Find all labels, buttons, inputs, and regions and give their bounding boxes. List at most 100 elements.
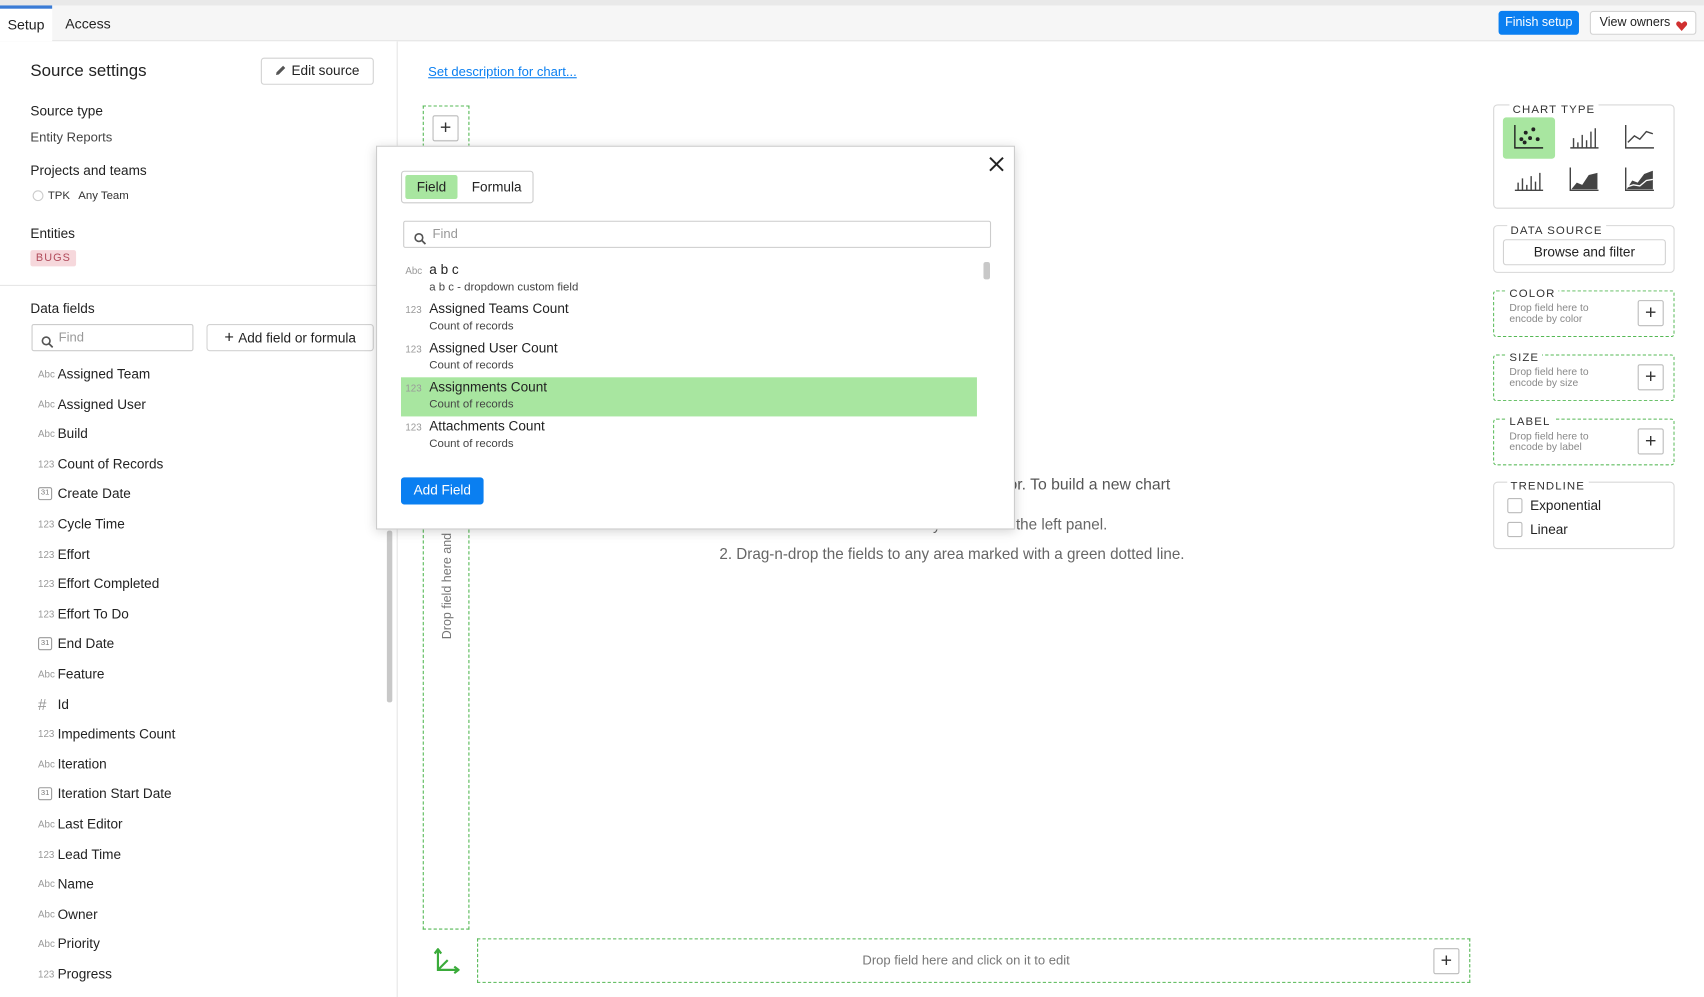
field-item[interactable]: 123 Cycle Time — [38, 513, 125, 535]
data-fields-label: Data fields — [30, 301, 95, 317]
stacked-area-chart-icon[interactable] — [1614, 160, 1666, 201]
field-name: Priority — [57, 936, 100, 952]
entity-badge: BUGS — [30, 250, 77, 267]
bar-chart-icon[interactable] — [1558, 117, 1610, 158]
exponential-checkbox[interactable] — [1507, 497, 1523, 514]
tab-setup[interactable]: Setup — [0, 5, 53, 42]
field-item[interactable]: 123 Effort Completed — [38, 573, 159, 595]
data-source-label: DATA SOURCE — [1507, 223, 1606, 238]
line-chart-icon[interactable] — [1614, 117, 1666, 158]
field-name: Last Editor — [57, 816, 123, 832]
add-field-dialog: Field Formula Find Abc a b c a b c - dropd… — [375, 145, 1016, 530]
number-type-icon: 123 — [38, 578, 55, 590]
field-item[interactable]: 123 Lead Time — [38, 843, 121, 865]
edit-source-button[interactable]: Edit source — [260, 57, 374, 85]
text-type-icon: Abc — [38, 878, 55, 890]
fields-search-input[interactable]: Find — [31, 324, 194, 352]
trendline-label: TRENDLINE — [1507, 479, 1589, 493]
field-name: End Date — [57, 636, 115, 652]
number-type-icon: 123 — [38, 518, 55, 530]
size-hint: Drop field here to encode by size — [1509, 366, 1589, 390]
field-item[interactable]: 123 Effort — [38, 543, 90, 565]
field-formula-toggle: Field Formula — [400, 170, 534, 204]
field-name: Progress — [57, 966, 112, 982]
field-item[interactable]: 31 Iteration Start Date — [38, 783, 172, 805]
modal-list-scrollbar[interactable] — [983, 262, 990, 280]
color-dropzone[interactable]: COLOR Drop field here to encode by color… — [1493, 287, 1675, 338]
field-type-icon: 123 — [405, 382, 422, 394]
field-name: Impediments Count — [57, 726, 176, 742]
add-field-button[interactable]: Add Field — [400, 477, 484, 505]
tab-formula[interactable]: Formula — [463, 175, 530, 199]
view-owners-button[interactable]: View owners — [1589, 10, 1697, 35]
add-field-or-formula-button[interactable]: + Add field or formula — [206, 324, 374, 352]
field-item[interactable]: 31 Create Date — [38, 483, 131, 505]
field-item[interactable]: 123 Effort To Do — [38, 603, 129, 625]
text-type-icon: Abc — [38, 428, 55, 440]
modal-list-item[interactable]: Abc a b c a b c - dropdown custom field — [401, 260, 977, 299]
field-name: Effort Completed — [57, 576, 160, 592]
field-item[interactable]: Abc Feature — [38, 663, 104, 685]
field-item[interactable]: Abc Build — [38, 423, 88, 445]
field-item[interactable]: Abc Last Editor — [38, 813, 123, 835]
search-icon — [41, 332, 54, 357]
modal-field-list: Abc a b c a b c - dropdown custom field 123… — [377, 260, 1016, 462]
source-type-label: Source type — [30, 103, 103, 119]
field-item[interactable]: 123 Impediments Count — [38, 723, 175, 745]
field-item[interactable]: # Id — [38, 693, 69, 715]
area-chart-icon[interactable] — [1558, 160, 1610, 201]
modal-list-item[interactable]: 123 Assignments Count Count of records — [400, 377, 977, 417]
team-value: Any Team — [78, 189, 129, 203]
finish-setup-button[interactable]: Finish setup — [1498, 10, 1579, 35]
heart-icon — [1676, 17, 1688, 39]
x-axis-drop-hint: Drop field here and click on it to edit — [862, 952, 1070, 968]
field-name: Assigned User — [57, 396, 146, 412]
item-subtitle: Count of records — [429, 319, 514, 333]
field-item[interactable]: Abc Owner — [38, 903, 98, 925]
scatter-chart-icon[interactable] — [1502, 117, 1556, 159]
set-description-link[interactable]: Set description for chart... — [428, 64, 577, 79]
field-item[interactable]: 123 Count of Records — [38, 453, 163, 475]
number-type-icon: 123 — [38, 458, 55, 470]
size-add-button[interactable]: + — [1637, 364, 1664, 391]
modal-search-input[interactable]: Find — [403, 220, 992, 248]
field-item[interactable]: Abc Priority — [38, 933, 100, 955]
label-add-button[interactable]: + — [1637, 428, 1664, 455]
trendline-card: TRENDLINE Exponential Linear — [1493, 479, 1675, 550]
field-type-icon: Abc — [405, 265, 423, 277]
field-item[interactable]: 31 End Date — [38, 633, 114, 655]
x-axis-add-button[interactable]: + — [1433, 948, 1460, 975]
label-dropzone[interactable]: LABEL Drop field here to encode by label… — [1493, 415, 1675, 466]
field-name: Lead Time — [57, 846, 122, 862]
field-item[interactable]: Abc Assigned User — [38, 393, 146, 415]
field-item[interactable]: Abc Assigned Team — [38, 363, 150, 385]
field-name: Iteration — [57, 756, 107, 772]
swap-axes-icon[interactable] — [433, 947, 461, 977]
number-type-icon: 123 — [38, 968, 55, 980]
modal-search-placeholder: Find — [432, 226, 458, 242]
modal-list-item[interactable]: 123 Assigned Teams Count Count of records — [401, 299, 977, 338]
modal-list-item[interactable]: 123 Assigned User Count Count of records — [401, 338, 977, 377]
item-subtitle: a b c - dropdown custom field — [429, 280, 579, 294]
linear-checkbox[interactable] — [1507, 521, 1523, 538]
tab-field[interactable]: Field — [405, 175, 458, 199]
close-icon[interactable] — [988, 155, 1005, 176]
tab-access[interactable]: Access — [58, 5, 119, 41]
field-item[interactable]: Abc Iteration — [38, 753, 107, 775]
color-add-button[interactable]: + — [1637, 300, 1664, 327]
bar-small-chart-icon[interactable] — [1503, 160, 1555, 201]
field-name: Iteration Start Date — [57, 786, 172, 802]
exponential-label: Exponential — [1530, 497, 1602, 514]
fields-scrollbar[interactable] — [386, 530, 393, 703]
text-type-icon: Abc — [38, 368, 55, 380]
field-item[interactable]: 123 Progress — [38, 963, 112, 985]
calendar-icon: 31 — [38, 637, 53, 651]
size-dropzone[interactable]: SIZE Drop field here to encode by size + — [1493, 351, 1675, 402]
top-bar: Setup Access Finish setup View owners — [0, 0, 1704, 42]
browse-and-filter-button[interactable]: Browse and filter — [1502, 239, 1666, 266]
y-axis-add-button[interactable]: + — [432, 115, 459, 142]
field-item[interactable]: Abc Name — [38, 873, 94, 895]
modal-list-item[interactable]: 123 Attachments Count Count of records — [401, 416, 977, 455]
calendar-icon: 31 — [38, 787, 53, 801]
hash-icon: # — [38, 695, 47, 713]
